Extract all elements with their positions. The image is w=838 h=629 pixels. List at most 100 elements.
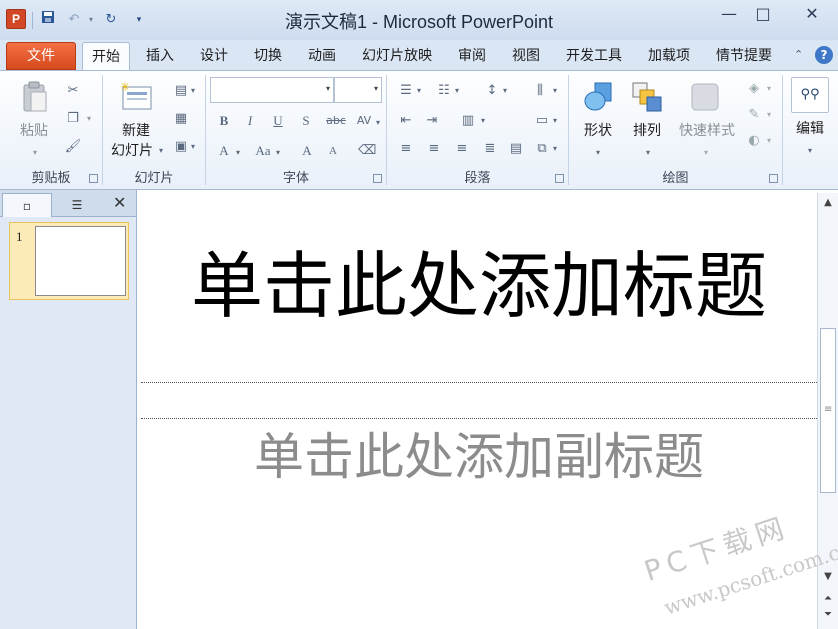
scroll-down-arrow-icon[interactable]: ▼ [818,571,838,582]
copy-dropdown-icon[interactable]: ▾ [84,111,94,127]
clear-formatting-icon[interactable]: ⌫ [358,143,376,159]
text-direction-dropdown-icon[interactable]: ▾ [551,83,559,99]
paste-label[interactable]: 粘贴 [10,121,58,141]
tab-developer[interactable]: 开发工具 [556,42,632,70]
subtitle-placeholder[interactable]: 单击此处添加副标题 [141,425,817,489]
increase-indent-icon[interactable]: ⇥ [423,113,441,129]
shape-effects-dropdown-icon[interactable]: ▾ [765,133,773,149]
tab-insert[interactable]: 插入 [136,42,184,70]
paste-icon[interactable] [20,81,50,113]
minimize-button[interactable]: — [712,0,746,30]
italic-button[interactable]: I [242,113,258,129]
layout-dropdown-icon[interactable]: ▾ [189,83,197,99]
editing-label[interactable]: 编辑 [785,119,835,139]
scroll-up-arrow-icon[interactable]: ▲ [818,197,838,208]
help-icon[interactable]: ? [815,46,833,64]
columns-dropdown-icon[interactable]: ▾ [479,113,487,129]
reset-icon[interactable]: ▦ [171,111,191,127]
copy-icon[interactable]: ❐ [64,111,82,127]
numbering-icon[interactable]: ☷ [435,83,453,99]
spacing-dropdown-icon[interactable]: ▾ [374,115,382,131]
quick-styles-dropdown-icon[interactable]: ▾ [701,145,711,161]
justify-icon[interactable]: ≣ [481,141,499,157]
character-spacing-button[interactable]: AV [354,113,374,129]
previous-slide-icon[interactable]: ⏶ [818,593,838,604]
smartart-icon[interactable]: ⧉ [533,141,551,157]
tab-outline[interactable]: ☰ [52,193,102,217]
quick-styles-label[interactable]: 快速样式 [673,121,741,141]
smartart-dropdown-icon[interactable]: ▾ [551,141,559,157]
font-name-dropdown-icon[interactable]: ▾ [326,84,330,93]
align-left-icon[interactable]: ≡ [397,141,415,157]
tab-addins[interactable]: 加载项 [638,42,700,70]
layout-icon[interactable]: ▤ [171,83,191,99]
align-text-icon[interactable]: ▭ [533,113,551,129]
decrease-indent-icon[interactable]: ⇤ [397,113,415,129]
binoculars-icon[interactable]: ⚲⚲ [791,77,829,113]
section-dropdown-icon[interactable]: ▾ [189,139,197,155]
change-case-dropdown-icon[interactable]: ▾ [274,145,282,161]
tab-storyboarding[interactable]: 情节提要 [706,42,782,70]
shapes-dropdown-icon[interactable]: ▾ [593,145,603,161]
new-slide-icon[interactable]: ✳ [119,80,153,113]
scrollbar-thumb[interactable]: ≡ [820,328,836,493]
section-icon[interactable]: ▣ [171,139,191,155]
tab-view[interactable]: 视图 [502,42,550,70]
shape-outline-icon[interactable]: ✎ [745,107,763,123]
tab-design[interactable]: 设计 [190,42,238,70]
arrange-icon[interactable] [631,81,663,115]
align-text-dropdown-icon[interactable]: ▾ [551,113,559,129]
text-shadow-button[interactable]: S [298,113,314,129]
next-slide-icon[interactable]: ⏷ [818,609,838,620]
shapes-label[interactable]: 形状 [575,121,621,141]
grow-font-button[interactable]: A [298,143,316,159]
bullets-dropdown-icon[interactable]: ▾ [415,83,423,99]
clipboard-dialog-launcher-icon[interactable] [89,174,98,183]
close-pane-icon[interactable]: ✕ [113,193,126,212]
font-color-button[interactable]: A [216,143,232,159]
editing-dropdown-icon[interactable]: ▾ [805,143,815,159]
font-size-combo[interactable]: ▾ [334,77,382,103]
tab-home[interactable]: 开始 [82,42,130,70]
shape-effects-icon[interactable]: ◐ [745,133,763,149]
tab-file[interactable]: 文件 [6,42,76,70]
tab-transitions[interactable]: 切换 [244,42,292,70]
shrink-font-button[interactable]: A [324,143,342,159]
title-placeholder[interactable]: 单击此处添加标题 [141,241,817,331]
drawing-dialog-launcher-icon[interactable] [769,174,778,183]
line-spacing-icon[interactable]: ↕ [483,83,501,99]
columns-icon[interactable]: ▥ [459,113,477,129]
tab-animations[interactable]: 动画 [298,42,346,70]
text-direction-icon[interactable]: ⫼ [531,83,549,99]
font-color-dropdown-icon[interactable]: ▾ [234,145,242,161]
line-spacing-dropdown-icon[interactable]: ▾ [501,83,509,99]
tab-slideshow[interactable]: 幻灯片放映 [352,42,442,70]
font-dialog-launcher-icon[interactable] [373,174,382,183]
new-slide-label-line1[interactable]: 新建 [107,121,165,141]
tab-review[interactable]: 审阅 [448,42,496,70]
font-name-combo[interactable]: ▾ [210,77,334,103]
arrange-label[interactable]: 排列 [625,121,669,141]
quick-styles-icon[interactable] [689,81,721,115]
underline-button[interactable]: U [270,113,286,129]
new-slide-label-line2[interactable]: 幻灯片 [105,141,159,161]
arrange-dropdown-icon[interactable]: ▾ [643,145,653,161]
strikethrough-button[interactable]: abc [324,113,348,129]
paste-dropdown-icon[interactable]: ▾ [28,145,42,161]
shape-fill-dropdown-icon[interactable]: ▾ [765,81,773,97]
tab-slides-thumbnails[interactable]: ▫ [2,193,52,217]
bold-button[interactable]: B [216,113,232,129]
numbering-dropdown-icon[interactable]: ▾ [453,83,461,99]
bullets-icon[interactable]: ☰ [397,83,415,99]
collapse-ribbon-icon[interactable]: ⌃ [794,48,803,61]
font-size-dropdown-icon[interactable]: ▾ [374,84,378,93]
slide-thumbnail-selected[interactable]: 1 [9,222,129,300]
close-button[interactable]: ✕ [790,0,834,30]
shapes-icon[interactable] [583,81,615,115]
new-slide-dropdown-icon[interactable]: ▾ [157,143,165,159]
shape-fill-icon[interactable]: ◈ [745,81,763,97]
change-case-button[interactable]: Aa [252,143,274,159]
cut-icon[interactable]: ✂ [64,83,82,99]
slide-thumbnail[interactable] [35,226,126,296]
align-center-icon[interactable]: ≡ [425,141,443,157]
